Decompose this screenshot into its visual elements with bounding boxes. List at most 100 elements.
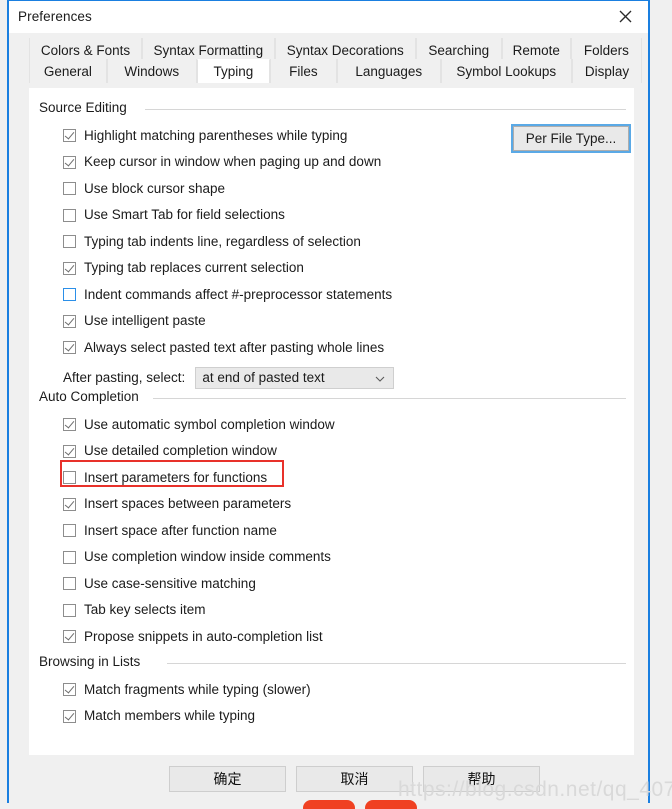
checkbox-icon[interactable] bbox=[63, 603, 76, 617]
checkbox-icon[interactable] bbox=[63, 471, 76, 484]
checkbox-row[interactable]: Keep cursor in window when paging up and… bbox=[63, 153, 381, 172]
checkbox-row[interactable]: Use intelligent paste bbox=[63, 312, 206, 331]
checkbox-label: Insert parameters for functions bbox=[84, 469, 268, 485]
checkbox-row[interactable]: Insert parameters for functions bbox=[63, 468, 267, 487]
checkbox-row[interactable]: Indent commands affect #-preprocessor st… bbox=[63, 285, 392, 304]
tab-label: Display bbox=[584, 63, 630, 79]
checkbox-label: Tab key selects item bbox=[84, 602, 206, 618]
checkbox-label: Highlight matching parentheses while typ… bbox=[84, 127, 348, 143]
checkbox-icon[interactable] bbox=[63, 444, 76, 458]
checkbox-row[interactable]: Highlight matching parentheses while typ… bbox=[63, 126, 347, 145]
checkbox-icon[interactable] bbox=[63, 709, 76, 723]
checkbox-row[interactable]: Use Smart Tab for field selections bbox=[63, 206, 285, 225]
title-bar: Preferences bbox=[9, 1, 648, 34]
checkbox-icon[interactable] bbox=[63, 418, 76, 431]
tab-label: Languages bbox=[355, 63, 423, 79]
screenshot-root: Preferences Colors & Fonts Syntax Formatt… bbox=[0, 0, 672, 809]
checkbox-row[interactable]: Use case-sensitive matching bbox=[63, 574, 256, 593]
checkbox-icon[interactable] bbox=[63, 288, 76, 301]
checkbox-label: Propose snippets in auto-completion list bbox=[84, 628, 323, 644]
tab-languages[interactable]: Languages bbox=[336, 59, 441, 83]
checkbox-icon[interactable] bbox=[63, 550, 76, 564]
group-title-auto-completion: Auto Completion bbox=[39, 389, 139, 404]
checkbox-row[interactable]: Insert space after function name bbox=[63, 521, 277, 540]
tab-label: Remote bbox=[512, 42, 560, 58]
checkbox-row[interactable]: Typing tab replaces current selection bbox=[63, 259, 304, 278]
close-icon[interactable] bbox=[602, 1, 648, 32]
checkbox-label: Use completion window inside comments bbox=[84, 549, 331, 565]
checkbox-label: Indent commands affect #-preprocessor st… bbox=[84, 286, 393, 302]
tab-label: Searching bbox=[428, 42, 490, 58]
ok-button[interactable]: 确定 bbox=[169, 766, 286, 792]
checkbox-icon[interactable] bbox=[63, 314, 76, 328]
checkbox-icon[interactable] bbox=[63, 577, 76, 590]
checkbox-row[interactable]: Tab key selects item bbox=[63, 601, 206, 620]
checkbox-row[interactable]: Insert spaces between parameters bbox=[63, 495, 291, 514]
close-glyph bbox=[619, 10, 631, 23]
checkbox-icon[interactable] bbox=[63, 155, 76, 169]
checkbox-row[interactable]: Always select pasted text after pasting … bbox=[63, 338, 384, 357]
checkbox-icon[interactable] bbox=[63, 341, 76, 354]
checkbox-icon[interactable] bbox=[63, 235, 76, 248]
tab-label: Folders bbox=[583, 42, 629, 58]
checkbox-icon[interactable] bbox=[63, 208, 76, 222]
help-button[interactable]: 帮助 bbox=[423, 766, 540, 792]
after-pasting-select-row: After pasting, select: at end of pasted t… bbox=[63, 366, 395, 389]
tab-label: Syntax Formatting bbox=[153, 42, 264, 58]
checkbox-label: Typing tab replaces current selection bbox=[84, 260, 304, 276]
per-file-type-button[interactable]: Per File Type... bbox=[511, 124, 631, 153]
tab-label: Colors & Fonts bbox=[40, 42, 131, 58]
checkbox-label: Match members while typing bbox=[84, 708, 256, 724]
checkbox-label: Use Smart Tab for field selections bbox=[84, 207, 285, 223]
cancel-button[interactable]: 取消 bbox=[296, 766, 413, 792]
tab-label: Files bbox=[289, 63, 318, 79]
checkbox-row[interactable]: Use block cursor shape bbox=[63, 179, 225, 198]
checkbox-icon[interactable] bbox=[63, 683, 76, 696]
tab-strip: Colors & Fonts Syntax Formatting Syntax De… bbox=[9, 33, 648, 88]
group-title-source-editing: Source Editing bbox=[39, 100, 127, 115]
after-pasting-select-label: After pasting, select: bbox=[63, 370, 186, 385]
checkbox-icon[interactable] bbox=[63, 630, 76, 643]
checkbox-label: Typing tab indents line, regardless of s… bbox=[84, 233, 361, 249]
checkbox-label: Always select pasted text after pasting … bbox=[84, 339, 385, 355]
checkbox-icon[interactable] bbox=[63, 524, 76, 537]
tab-files[interactable]: Files bbox=[269, 59, 337, 83]
checkbox-row[interactable]: Use automatic symbol completion window bbox=[63, 415, 335, 434]
checkbox-label: Use detailed completion window bbox=[84, 443, 277, 459]
tab-label: Syntax Decorations bbox=[286, 42, 404, 58]
group-title-browsing-in-lists: Browsing in Lists bbox=[39, 654, 141, 669]
checkbox-row[interactable]: Match fragments while typing (slower) bbox=[63, 680, 311, 699]
checkbox-label: Use intelligent paste bbox=[84, 313, 206, 329]
checkbox-icon[interactable] bbox=[63, 182, 76, 195]
tab-symbol-lookups[interactable]: Symbol Lookups bbox=[440, 59, 572, 83]
after-pasting-select-dropdown[interactable]: at end of pasted text bbox=[195, 366, 395, 389]
checkbox-label: Use case-sensitive matching bbox=[84, 575, 256, 591]
tab-general[interactable]: General bbox=[29, 59, 107, 83]
typing-settings-panel: Per File Type... Source Editing Highlight… bbox=[29, 88, 634, 756]
checkbox-row[interactable]: Propose snippets in auto-completion list bbox=[63, 627, 323, 646]
preferences-dialog: Preferences Colors & Fonts Syntax Formatt… bbox=[7, 0, 650, 803]
chevron-down-icon bbox=[375, 369, 385, 387]
checkbox-label: Insert spaces between parameters bbox=[84, 496, 292, 512]
checkbox-icon[interactable] bbox=[63, 497, 76, 511]
checkbox-label: Insert space after function name bbox=[84, 522, 277, 538]
tab-typing[interactable]: Typing bbox=[196, 59, 270, 83]
tab-label: Windows bbox=[124, 63, 180, 79]
group-divider-browsing-in-lists bbox=[167, 663, 626, 664]
checkbox-row[interactable]: Match members while typing bbox=[63, 707, 255, 726]
window-title: Preferences bbox=[18, 9, 92, 24]
checkbox-label: Use block cursor shape bbox=[84, 180, 226, 196]
group-divider-source-editing bbox=[145, 109, 626, 110]
tab-display[interactable]: Display bbox=[571, 59, 643, 83]
tab-row-bottom: General Windows Typing Files Languages Symbol… bbox=[29, 59, 643, 83]
checkbox-row[interactable]: Use completion window inside comments bbox=[63, 548, 331, 567]
tab-label: Symbol Lookups bbox=[456, 63, 557, 79]
checkbox-icon[interactable] bbox=[63, 261, 76, 275]
checkbox-row[interactable]: Use detailed completion window bbox=[63, 442, 277, 461]
checkbox-label: Match fragments while typing (slower) bbox=[84, 681, 311, 697]
checkbox-row[interactable]: Typing tab indents line, regardless of s… bbox=[63, 232, 361, 251]
tab-label: Typing bbox=[213, 64, 254, 79]
tab-windows[interactable]: Windows bbox=[106, 59, 197, 83]
checkbox-label: Use automatic symbol completion window bbox=[84, 416, 335, 432]
checkbox-icon[interactable] bbox=[63, 129, 76, 142]
